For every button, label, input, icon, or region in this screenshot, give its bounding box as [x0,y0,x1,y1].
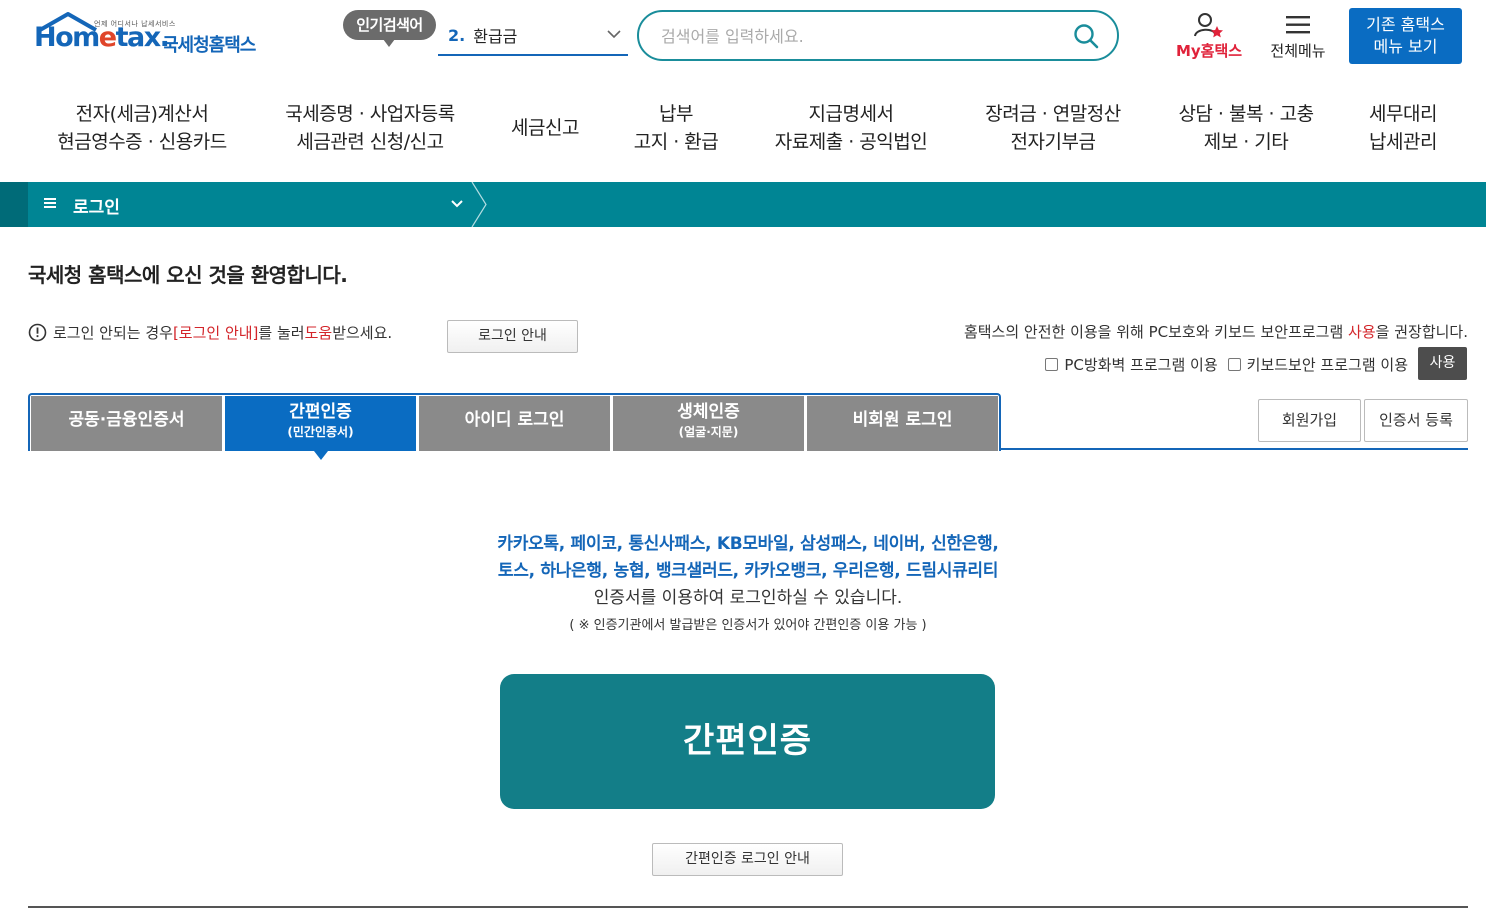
header: 언제 어디서나 납세서비스 Hometax. 국세청홈택스 인기검색어 2. 환… [0,0,1486,80]
nav-item-certificates[interactable]: 국세증명 · 사업자등록 세금관련 신청/신고 [270,100,470,156]
legacy-menu-line2: 메뉴 보기 [1373,37,1438,56]
tab-id-login[interactable]: 아이디 로그인 [419,396,610,451]
all-menu-button[interactable]: 전체메뉴 [1262,12,1334,64]
active-tab-pointer [314,451,328,460]
nav-label: 고지 · 환급 [633,131,719,153]
search-input[interactable] [661,24,1061,48]
keyword-rank: 2. [448,25,466,45]
nav-label: 상담 · 불복 · 고충 [1178,103,1314,125]
location-title[interactable]: 로그인 [73,193,120,218]
tab-label: 공동·금융인증서 [68,410,185,430]
tab-simple-auth[interactable]: 간편인증 (민간인증서) [225,396,416,451]
security-options: PC방화벽 프로그램 이용 키보드보안 프로그램 이용 [1035,354,1408,375]
nav-label: 세무대리 [1369,103,1437,125]
nav-item-payment[interactable]: 납부 고지 · 환급 [616,100,736,156]
nav-label: 국세증명 · 사업자등록 [285,103,455,125]
nav-label: 전자(세금)계산서 [75,103,209,125]
use-security-button[interactable]: 사용 [1418,347,1467,380]
tab-label: 간편인증 [289,402,352,422]
popular-keyword-select[interactable]: 2. 환급금 [438,16,628,56]
legacy-menu-button[interactable]: 기존 홈택스 메뉴 보기 [1349,8,1462,64]
keyboard-security-option[interactable]: 키보드보안 프로그램 이용 [1227,354,1408,375]
user-star-icon [1194,13,1223,38]
nav-item-incentive[interactable]: 장려금 · 연말정산 전자기부금 [968,100,1138,156]
help-text-part: 로그인 안되는 경우 [53,324,173,342]
login-guide-button[interactable]: 로그인 안내 [447,320,578,353]
tab-joint-certificate[interactable]: 공동·금융인증서 [31,396,222,451]
nav-label: 현금영수증 · 신용카드 [57,131,227,153]
tab-label: 비회원 로그인 [852,410,953,430]
help-text-emphasis: 도움 [304,324,333,342]
location-bar-stripe [0,182,28,227]
breadcrumb-separator-icon [471,182,487,227]
help-text-part: 를 눌러 [258,324,305,342]
login-guide-link[interactable]: [로그인 안내] [173,322,258,343]
search-box [637,10,1119,61]
login-help-text: 로그인 안되는 경우 [로그인 안내] 를 눌러 도움 받으세요. [28,322,392,343]
tab-guest-login[interactable]: 비회원 로그인 [807,396,998,451]
main-nav: 전자(세금)계산서 현금영수증 · 신용카드 국세증명 · 사업자등록 세금관련… [0,90,1486,182]
firewall-option[interactable]: PC방화벽 프로그램 이용 [1045,354,1218,375]
keyword-text: 환급금 [473,27,518,46]
legacy-menu-line1: 기존 홈택스 [1366,15,1445,34]
keyboard-security-label: 키보드보안 프로그램 이용 [1246,356,1408,374]
simple-auth-description: 인증서를 이용하여 로그인하실 수 있습니다. [593,588,903,608]
security-note-emphasis: 사용 [1348,323,1376,341]
hometax-logo[interactable]: 언제 어디서나 납세서비스 Hometax. 국세청홈택스 [30,10,275,66]
keyboard-security-checkbox[interactable] [1227,358,1241,371]
nav-label: 전자기부금 [1010,131,1096,153]
simple-auth-guide-button[interactable]: 간편인증 로그인 안내 [652,843,843,876]
tab-label: 생체인증 [677,402,740,422]
simple-auth-button[interactable]: 간편인증 [500,674,995,809]
hamburger-icon [1286,16,1310,34]
simple-auth-info: 카카오톡, 페이코, 통신사패스, KB모바일, 삼성패스, 네이버, 신한은행… [0,531,1486,639]
providers-line: 카카오톡, 페이코, 통신사패스, KB모바일, 삼성패스, 네이버, 신한은행… [497,534,999,554]
nav-item-einvoice[interactable]: 전자(세금)계산서 현금영수증 · 신용카드 [42,100,242,156]
nav-item-payment-statement[interactable]: 지급명세서 자료제출 · 공익법인 [761,100,941,156]
tabs-underline [1001,448,1468,450]
nav-label: 제보 · 기타 [1203,131,1289,153]
simple-auth-note: ( ※ 인증기관에서 발급받은 인증서가 있어야 간편인증 이용 가능 ) [569,618,927,633]
nav-label: 납부 [659,103,693,125]
tab-biometric[interactable]: 생체인증 (얼굴·지문) [613,396,804,451]
tab-sublabel: (민간인증서) [287,425,354,439]
nav-label: 장려금 · 연말정산 [985,103,1121,125]
nav-label: 납세관리 [1369,131,1437,153]
security-note: 홈택스의 안전한 이용을 위해 PC보호와 키보드 보안프로그램 사용을 권장합… [964,321,1468,342]
chevron-down-icon[interactable] [450,198,464,210]
nav-label: 지급명세서 [808,103,894,125]
login-tabs: 공동·금융인증서 간편인증 (민간인증서) 아이디 로그인 생체인증 (얼굴·지… [28,393,1468,460]
nav-item-consultation[interactable]: 상담 · 불복 · 고충 제보 · 기타 [1163,100,1329,156]
firewall-checkbox[interactable] [1045,358,1059,371]
nav-item-tax-agent[interactable]: 세무대리 납세관리 [1353,100,1453,156]
welcome-heading: 국세청 홈택스에 오신 것을 환영합니다. [28,263,348,287]
providers-line: 토스, 하나은행, 농협, 뱅크샐러드, 카카오뱅크, 우리은행, 드림시큐리티 [497,561,999,581]
security-note-part: 을 권장합니다. [1375,323,1468,341]
logo-korean: 국세청홈택스 [162,35,256,56]
nav-label: 세금신고 [511,117,579,139]
nav-label: 세금관련 신청/신고 [296,131,444,153]
list-icon [44,198,56,208]
firewall-label: PC방화벽 프로그램 이용 [1064,356,1218,374]
search-icon[interactable] [1073,23,1099,49]
tab-sublabel: (얼굴·지문) [678,425,739,439]
security-note-part: 홈택스의 안전한 이용을 위해 PC보호와 키보드 보안프로그램 [963,323,1349,341]
all-menu-label: 전체메뉴 [1270,42,1326,60]
content-divider [28,906,1468,908]
help-text-part: 받으세요. [332,324,393,342]
chevron-down-icon [607,30,621,39]
nav-label: 자료제출 · 공익법인 [774,131,928,153]
popular-search-badge: 인기검색어 [343,10,436,47]
location-bar: 로그인 [0,182,1486,227]
my-hometax-label: My홈택스 [1175,42,1243,60]
tab-label: 아이디 로그인 [464,410,565,430]
logo-wordmark: Hometax. [34,22,170,53]
signup-button[interactable]: 회원가입 [1258,399,1361,442]
alert-circle-icon [28,323,47,342]
my-hometax-button[interactable]: My홈택스 [1168,12,1250,64]
cert-register-button[interactable]: 인증서 등록 [1364,399,1468,442]
nav-item-tax-filing[interactable]: 세금신고 [495,114,595,142]
